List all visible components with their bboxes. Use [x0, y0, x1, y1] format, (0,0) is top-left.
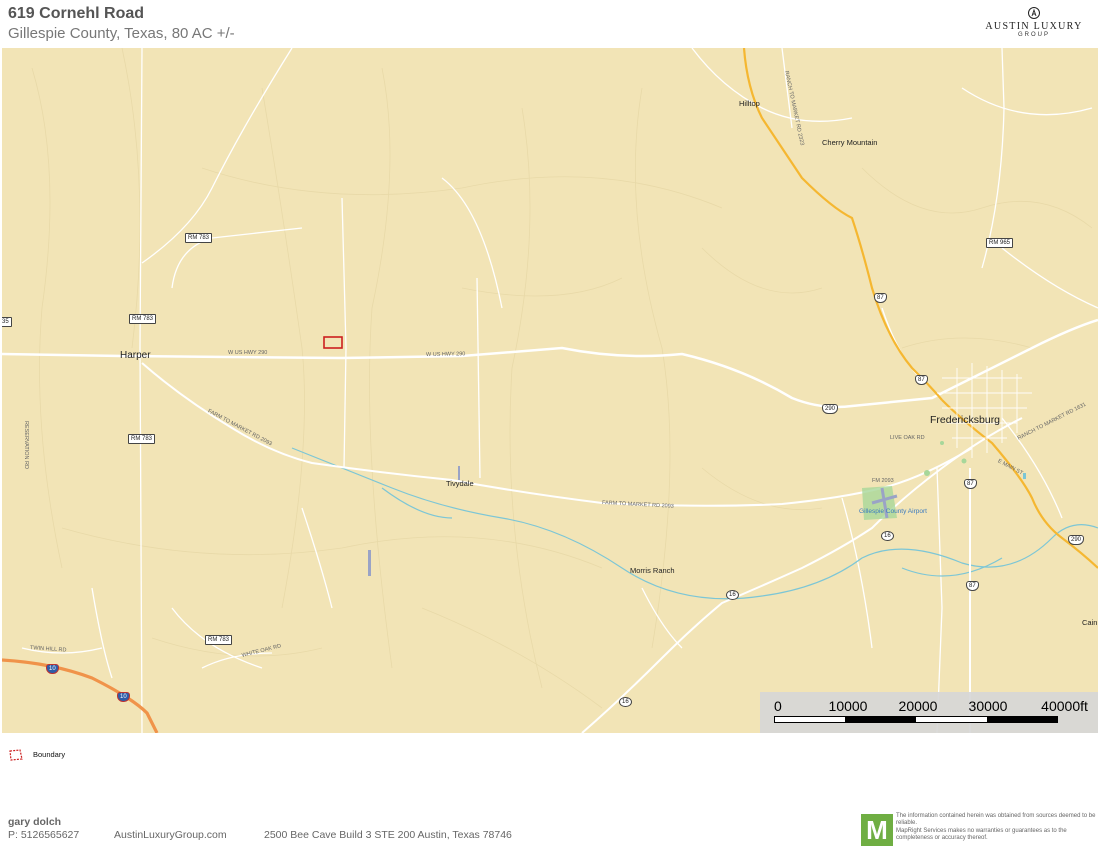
place-cherry-mountain: Cherry Mountain	[822, 138, 878, 147]
agent-website-link[interactable]: AustinLuxuryGroup.com	[114, 829, 227, 841]
scale-tick: 0	[774, 698, 782, 714]
shield-us290: 290	[1068, 535, 1085, 545]
map-canvas[interactable]: Harper Tivydale Fredericksburg Hilltop C…	[2, 48, 1098, 733]
property-subtitle: Gillespie County, Texas, 80 AC +/-	[8, 25, 235, 42]
place-harper: Harper	[120, 350, 151, 361]
scale-bar-panel: 0 10000 20000 30000 40000ft	[760, 692, 1098, 733]
place-fredericksburg: Fredericksburg	[930, 414, 1001, 426]
road-label-us290: W US HWY 290	[425, 351, 466, 358]
road-label-fm2093-short: FM 2093	[872, 478, 894, 484]
shield-us290: 290	[822, 404, 839, 414]
disclaimer-line: MapRight Services makes no warranties or…	[896, 827, 1067, 841]
scale-tick: 10000	[828, 698, 868, 714]
agent-address: 2500 Bee Cave Build 3 STE 200 Austin, Te…	[264, 829, 512, 841]
brand-logo: AUSTIN LUXURY GROUP	[984, 6, 1084, 38]
disclaimer-line: The information contained herein was obt…	[896, 813, 1096, 827]
shield-sh16: 16	[619, 697, 632, 707]
scale-tick: 20000	[898, 698, 938, 714]
shield-us87: 87	[874, 293, 887, 303]
agent-phone: P: 5126565627	[8, 829, 80, 841]
shield-rm783: RM 783	[185, 233, 213, 243]
map-base-layer	[2, 48, 1098, 733]
shield-rm783: RM 783	[205, 635, 233, 645]
shield-rm965: RM 965	[986, 238, 1014, 248]
scale-tick: 40000ft	[1041, 698, 1088, 714]
road-label-live-oak: LIVE OAK RD	[890, 435, 925, 441]
property-boundary[interactable]	[323, 336, 343, 349]
shield-partial: 35	[2, 317, 12, 327]
brand-name: AUSTIN LUXURY	[985, 21, 1083, 32]
shield-rm783: RM 783	[129, 314, 157, 324]
property-title: 619 Cornehl Road	[8, 5, 145, 22]
shield-rm783: RM 783	[128, 434, 156, 444]
place-morris-ranch: Morris Ranch	[630, 566, 675, 575]
boundary-legend-label: Boundary	[33, 750, 66, 759]
place-airport: Gillespie County Airport	[859, 508, 927, 515]
boundary-legend-icon	[9, 749, 23, 761]
mapright-logo: M	[861, 814, 893, 846]
scale-tick: 30000	[968, 698, 1008, 714]
place-cain: Cain	[1082, 618, 1098, 627]
shield-sh16: 16	[881, 531, 894, 541]
shield-i10: 10	[117, 692, 130, 702]
shield-us87: 87	[964, 479, 977, 489]
brand-emblem-icon	[1028, 7, 1040, 19]
place-tivydale: Tivydale	[446, 479, 474, 488]
shield-us87: 87	[915, 375, 928, 385]
agent-name: gary dolch	[8, 816, 62, 828]
scale-bar	[774, 716, 1058, 723]
road-label-us290: W US HWY 290	[228, 350, 268, 356]
shield-us87: 87	[966, 581, 979, 591]
brand-group: GROUP	[1017, 32, 1050, 38]
disclaimer-text: The information contained herein was obt…	[896, 813, 1098, 842]
shield-i10: 10	[46, 664, 59, 674]
place-hilltop: Hilltop	[739, 99, 760, 108]
shield-sh16: 16	[726, 590, 739, 600]
road-label-reservation: RESERVATION RD	[23, 421, 29, 469]
